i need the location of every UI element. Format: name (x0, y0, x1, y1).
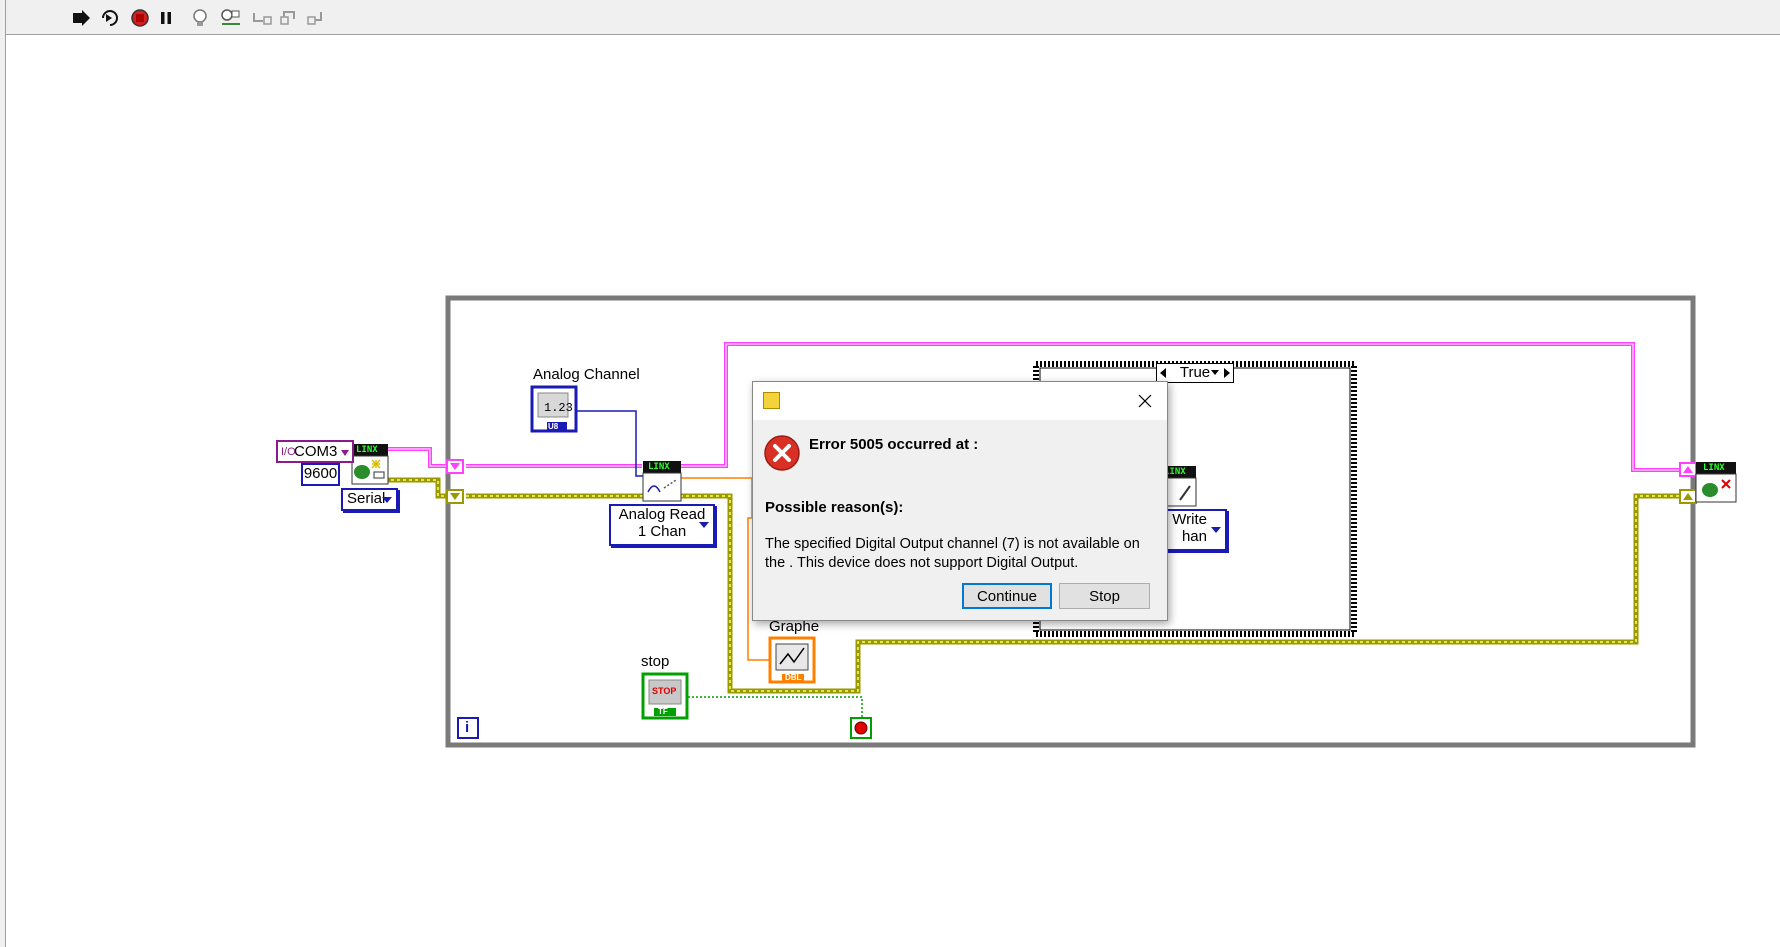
connection-type-value: Serial (347, 490, 386, 507)
visa-resource-value: COM3 (294, 443, 338, 460)
increment-arrow-icon[interactable] (1224, 368, 1230, 378)
error-icon (764, 435, 800, 471)
labview-app-icon (763, 392, 780, 409)
graph-type: DBL (785, 673, 802, 682)
reason-title: Possible reason(s): (765, 499, 904, 516)
chevron-down-icon (699, 522, 709, 528)
digital-write-polymorphic-selector[interactable]: Write han (1160, 509, 1227, 551)
reason-text: The specified Digital Output channel (7)… (765, 536, 1140, 571)
stop-button-text: STOP (652, 686, 677, 696)
iteration-terminal-label: i (465, 719, 470, 736)
linx-badge-analog: LINX (648, 462, 670, 472)
digital-write-label-line1: Write (1172, 511, 1207, 528)
chevron-down-icon (382, 496, 392, 503)
chevron-down-icon[interactable] (1211, 370, 1219, 375)
stop-label: stop (641, 653, 670, 670)
stop-button[interactable]: Stop (1059, 583, 1150, 609)
case-selector-value: True (1179, 364, 1211, 381)
continue-button[interactable]: Continue (962, 583, 1052, 609)
digital-write-label-line2: han (1181, 528, 1207, 545)
analog-channel-label: Analog Channel (533, 366, 640, 383)
visa-resource-constant[interactable]: I/O COM3 (276, 440, 354, 463)
baud-rate-constant[interactable]: 9600 (301, 463, 340, 486)
case-selector-label[interactable]: True (1156, 363, 1234, 383)
close-icon (1138, 394, 1152, 408)
chevron-down-icon (1211, 527, 1221, 533)
error-dialog: Error 5005 occurred at : Possible reason… (752, 381, 1168, 621)
linx-badge-close: LINX (1703, 463, 1725, 473)
dialog-titlebar (753, 382, 1167, 420)
analog-read-polymorphic-selector[interactable]: Analog Read 1 Chan (609, 504, 715, 546)
chevron-down-icon (341, 450, 349, 456)
error-heading: Error 5005 occurred at : (809, 436, 979, 453)
analog-read-label-line2: 1 Chan (637, 523, 687, 540)
stop-type: TF (658, 707, 668, 716)
close-button[interactable] (1131, 388, 1159, 414)
analog-channel-constant-text: 1.23 (544, 401, 573, 415)
baud-rate-value: 9600 (303, 465, 338, 482)
analog-read-label-line1: Analog Read (618, 506, 706, 523)
decrement-arrow-icon[interactable] (1160, 368, 1166, 378)
bool-wire (688, 696, 863, 718)
linx-badge-open: LINX (356, 445, 378, 455)
analog-channel-type: U8 (548, 422, 559, 431)
connection-type-ring[interactable]: Serial (341, 488, 398, 511)
